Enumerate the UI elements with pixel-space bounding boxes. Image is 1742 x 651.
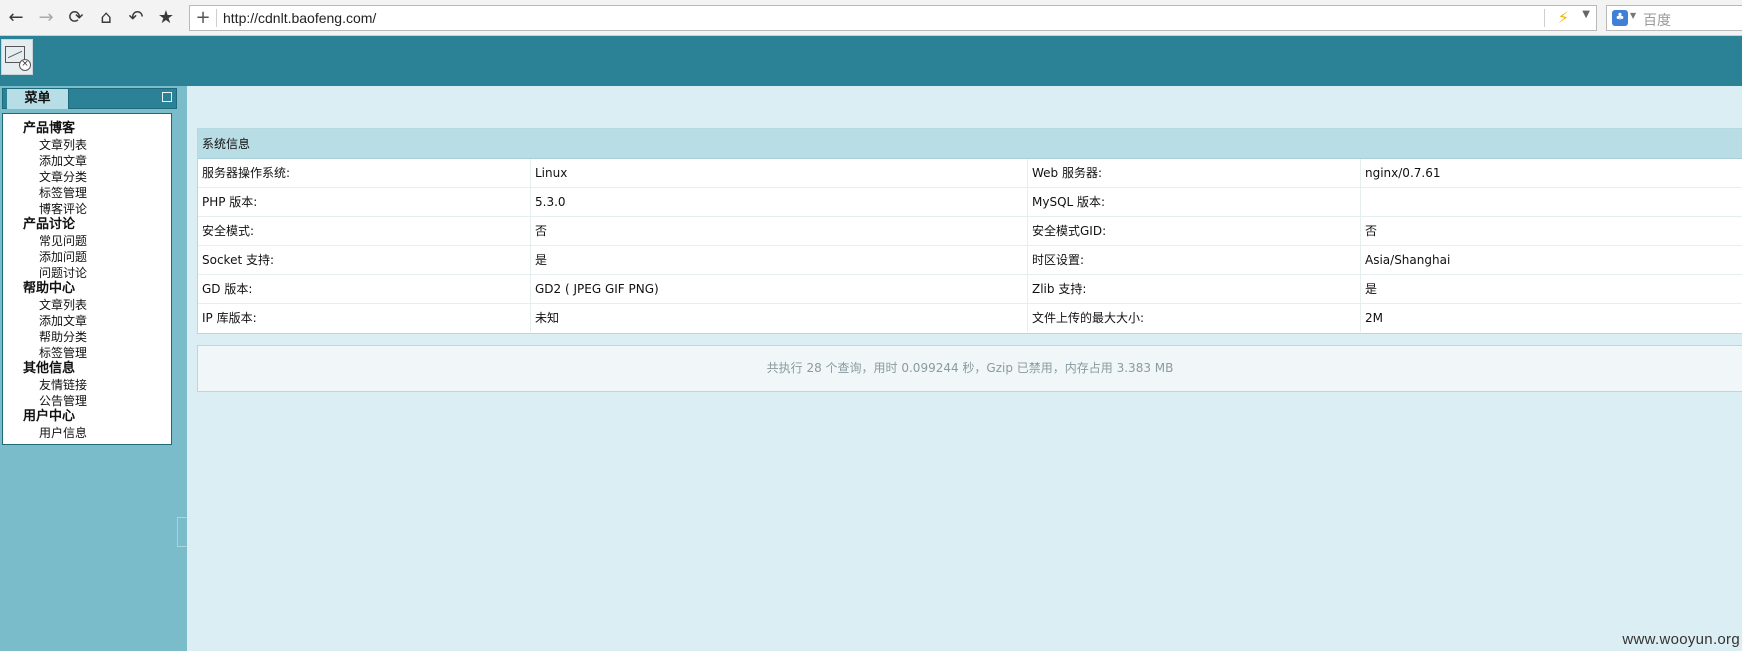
system-info-table: 系统信息 服务器操作系统: Linux Web 服务器: nginx/0.7.61 PH… [197, 128, 1742, 334]
info-label: 文件上传的最大大小: [1028, 304, 1361, 332]
info-value [1361, 188, 1742, 216]
menu-group: 其他信息 友情链接 公告管理 [23, 361, 171, 409]
menu-item[interactable]: 常见问题 [39, 233, 171, 249]
baidu-paw-icon[interactable]: ♣ [1612, 10, 1628, 26]
menu-panel: 产品博客 文章列表 添加文章 文章分类 标签管理 博客评论 产品讨论 常见问题 添加问题 问题讨论… [2, 113, 172, 445]
info-value: 是 [531, 246, 1028, 274]
info-label: 安全模式: [198, 217, 531, 245]
info-value: 否 [531, 217, 1028, 245]
info-value: nginx/0.7.61 [1365, 166, 1441, 180]
menu-header: 菜单 [2, 88, 177, 109]
chevron-down-icon[interactable]: ▼ [1582, 9, 1590, 20]
info-value: 未知 [531, 304, 1028, 332]
menu-item[interactable]: 添加文章 [39, 153, 171, 169]
search-placeholder: 百度 [1643, 13, 1671, 29]
menu-group-title[interactable]: 产品博客 [23, 121, 171, 137]
info-label: Zlib 支持: [1028, 275, 1361, 303]
undo-icon[interactable]: ↶ [124, 6, 148, 30]
info-value: 是 [1365, 282, 1378, 296]
menu-item[interactable]: 帮助分类 [39, 329, 171, 345]
menu-group-title[interactable]: 帮助中心 [23, 281, 171, 297]
home-icon[interactable]: ⌂ [94, 6, 118, 30]
chevron-down-icon[interactable]: ▼ [1630, 11, 1636, 20]
broken-image-icon: × [1, 39, 33, 75]
table-row: 安全模式: 否安全模式GID: 否 [198, 217, 1742, 246]
address-bar[interactable]: + http://cdnlt.baofeng.com/ ⚡ ▼ [189, 5, 1597, 31]
menu-item[interactable]: 问题讨论 [39, 265, 171, 281]
collapse-icon[interactable] [162, 92, 172, 102]
info-value: GD2 ( JPEG GIF PNG) [531, 275, 1028, 303]
table-row: 服务器操作系统: Linux Web 服务器: nginx/0.7.61 [198, 159, 1742, 188]
info-label: MySQL 版本: [1028, 188, 1361, 216]
menu-group: 产品讨论 常见问题 添加问题 问题讨论 [23, 217, 171, 281]
info-label: 安全模式GID: [1028, 217, 1361, 245]
system-info-title: 系统信息 [198, 129, 1742, 159]
divider [216, 9, 217, 27]
sidebar-resize-handle[interactable] [177, 517, 187, 547]
info-value: Linux [531, 159, 1028, 187]
info-label: GD 版本: [198, 275, 531, 303]
menu-tab[interactable]: 菜单 [7, 89, 69, 109]
url-text[interactable]: http://cdnlt.baofeng.com/ [223, 10, 376, 26]
menu-group: 帮助中心 文章列表 添加文章 帮助分类 标签管理 [23, 281, 171, 361]
menu-item[interactable]: 文章列表 [39, 137, 171, 153]
divider [1544, 9, 1545, 27]
watermark: www.wooyun.org [1622, 631, 1740, 648]
main-content: 系统信息 服务器操作系统: Linux Web 服务器: nginx/0.7.61 PH… [187, 86, 1742, 651]
search-input[interactable]: ♣ ▼ 百度 [1606, 5, 1742, 31]
menu-group-title[interactable]: 其他信息 [23, 361, 171, 377]
sidebar: 菜单 产品博客 文章列表 添加文章 文章分类 标签管理 博客评论 产品讨论 常见问题 添加问题问… [0, 86, 187, 651]
info-label: Socket 支持: [198, 246, 531, 274]
menu-item[interactable]: 标签管理 [39, 185, 171, 201]
info-label: IP 库版本: [198, 304, 531, 332]
menu-group: 产品博客 文章列表 添加文章 文章分类 标签管理 博客评论 [23, 121, 171, 217]
back-icon[interactable]: ← [4, 6, 28, 30]
menu-item[interactable]: 文章分类 [39, 169, 171, 185]
menu-item[interactable]: 文章列表 [39, 297, 171, 313]
info-label: 服务器操作系统: [198, 159, 531, 187]
table-row: GD 版本: GD2 ( JPEG GIF PNG) Zlib 支持: 是 [198, 275, 1742, 304]
menu-item[interactable]: 添加文章 [39, 313, 171, 329]
menu-item[interactable]: 用户信息 [39, 425, 171, 441]
menu-item[interactable]: 标签管理 [39, 345, 171, 361]
lightning-icon[interactable]: ⚡ [1558, 8, 1569, 27]
footer-stats: 共执行 28 个查询，用时 0.099244 秒，Gzip 已禁用，内存占用 3… [197, 345, 1742, 392]
table-row: IP 库版本: 未知 文件上传的最大大小: 2M [198, 304, 1742, 333]
menu-item[interactable]: 博客评论 [39, 201, 171, 217]
info-value: 2M [1365, 311, 1383, 325]
info-value: 5.3.0 [531, 188, 1028, 216]
info-label: 时区设置: [1028, 246, 1361, 274]
menu-item[interactable]: 公告管理 [39, 393, 171, 409]
info-value: Asia/Shanghai [1365, 253, 1451, 267]
info-label: Web 服务器: [1028, 159, 1361, 187]
menu-group-title[interactable]: 产品讨论 [23, 217, 171, 233]
menu-item[interactable]: 友情链接 [39, 377, 171, 393]
menu-group-title[interactable]: 用户中心 [23, 409, 171, 425]
menu-item[interactable]: 添加问题 [39, 249, 171, 265]
app-header: × [0, 36, 1742, 86]
browser-toolbar: ← → ⟳ ⌂ ↶ ★ + http://cdnlt.baofeng.com/ … [0, 0, 1742, 36]
forward-icon[interactable]: → [34, 6, 58, 30]
refresh-icon[interactable]: ⟳ [64, 6, 88, 30]
star-icon[interactable]: ★ [154, 6, 178, 30]
table-row: Socket 支持: 是时区设置: Asia/Shanghai [198, 246, 1742, 275]
info-value: 否 [1365, 224, 1378, 238]
table-row: PHP 版本: 5.3.0 MySQL 版本: [198, 188, 1742, 217]
info-label: PHP 版本: [198, 188, 531, 216]
menu-group: 用户中心 用户信息 [23, 409, 171, 441]
add-icon[interactable]: + [194, 8, 212, 28]
